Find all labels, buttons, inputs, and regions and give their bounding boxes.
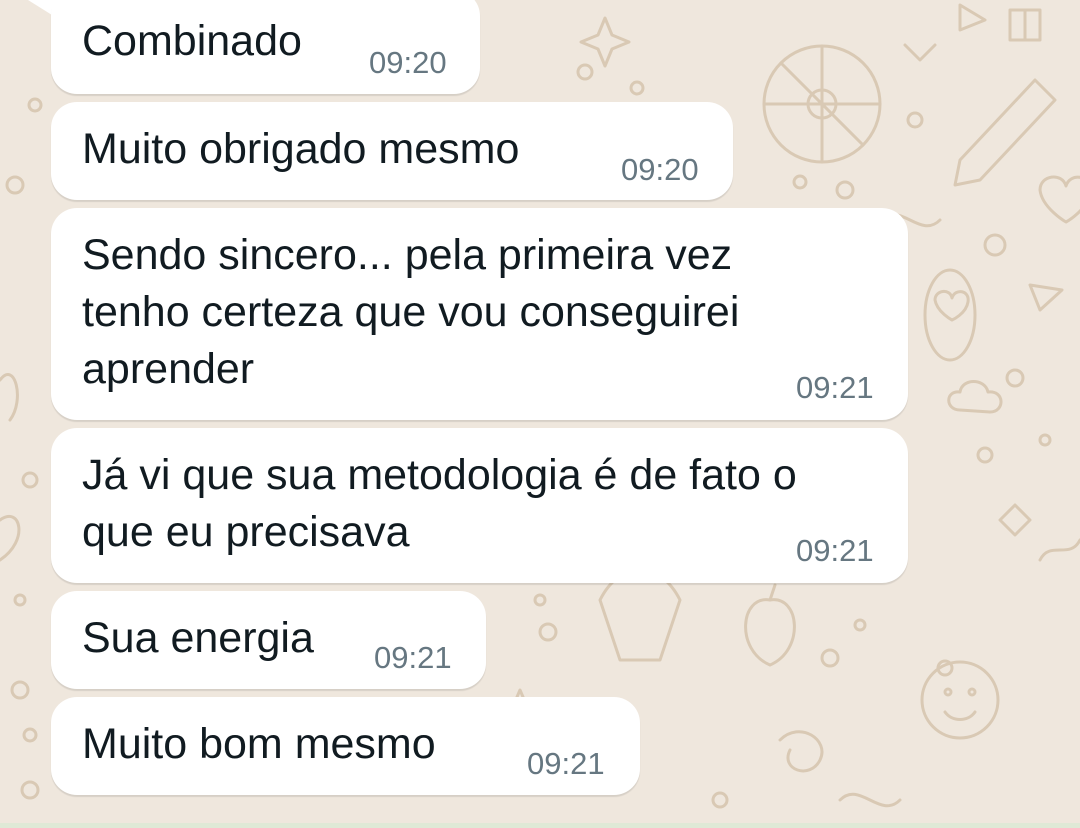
message-text: Já vi que sua metodologia é de fato o bbox=[82, 451, 797, 499]
message-bubble[interactable]: Sendo sincero... pela primeira vez tenho… bbox=[51, 208, 908, 420]
message-timestamp: 09:21 bbox=[374, 640, 452, 675]
message-text: que eu precisava bbox=[82, 508, 410, 556]
message-text: aprender bbox=[82, 345, 255, 393]
message-bubble[interactable]: Já vi que sua metodologia é de fato o qu… bbox=[51, 428, 908, 583]
input-bar-edge bbox=[0, 823, 1080, 828]
message-list[interactable]: Combinado 09:20 Muito obrigado mesmo 09:… bbox=[0, 0, 1080, 828]
message-timestamp: 09:20 bbox=[621, 152, 699, 187]
message-text: Sua energia bbox=[82, 614, 314, 662]
message-bubble[interactable]: Sua energia 09:21 bbox=[51, 591, 486, 689]
message-text: Muito obrigado mesmo bbox=[82, 125, 520, 173]
message-timestamp: 09:21 bbox=[527, 746, 605, 781]
message-bubble[interactable]: Combinado 09:20 bbox=[51, 0, 480, 94]
message-bubble[interactable]: Muito obrigado mesmo 09:20 bbox=[51, 102, 733, 200]
message-text: Combinado bbox=[82, 17, 302, 65]
message-text: tenho certeza que vou conseguirei bbox=[82, 288, 740, 336]
message-timestamp: 09:20 bbox=[369, 45, 447, 80]
message-bubble[interactable]: Muito bom mesmo 09:21 bbox=[51, 697, 640, 795]
message-text: Sendo sincero... pela primeira vez bbox=[82, 231, 733, 279]
message-timestamp: 09:21 bbox=[796, 370, 874, 405]
message-text: Muito bom mesmo bbox=[82, 720, 436, 768]
message-timestamp: 09:21 bbox=[796, 533, 874, 568]
